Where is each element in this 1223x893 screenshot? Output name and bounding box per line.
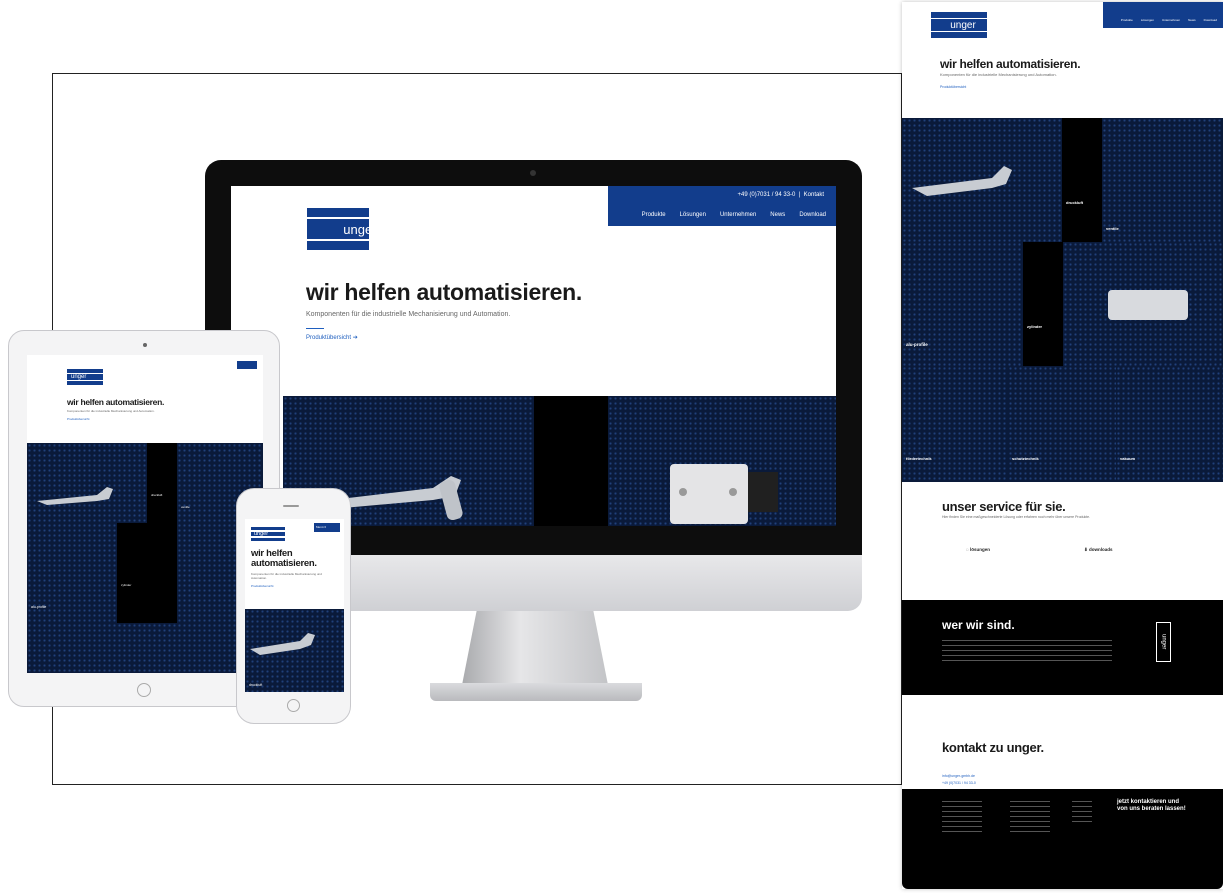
- page-title: wir helfen automatisieren.: [306, 279, 582, 305]
- tile-label: vakuum: [1120, 456, 1136, 461]
- lightbulb-icon: ◌: [966, 547, 969, 552]
- nav-item-unternehmen[interactable]: Unternehmen: [720, 212, 756, 218]
- footer-column: [942, 797, 982, 836]
- nav-item-download[interactable]: Download: [1204, 18, 1217, 22]
- page-subtitle: Komponenten für die industrielle Mechani…: [251, 572, 322, 580]
- tile-label: zylinder: [121, 583, 132, 587]
- footer: jetzt kontaktieren und von uns beraten l…: [902, 789, 1223, 889]
- desktop-header: +49 (0)7031 / 94 33-0 | Kontakt Produkte…: [608, 186, 836, 226]
- logo[interactable]: unger: [67, 369, 103, 385]
- page-title: wir helfen automatisieren.: [251, 548, 317, 569]
- about-text: [942, 636, 1112, 665]
- tile-label: zylinder: [1027, 324, 1043, 329]
- tile-label: schutztechnik: [1012, 456, 1039, 461]
- air-gun-image: [37, 487, 113, 505]
- footer-column: [1072, 797, 1092, 826]
- tile-druckluft[interactable]: druckluft: [245, 609, 344, 692]
- tile-vakuum[interactable]: vakuum: [1116, 366, 1223, 482]
- nav-item-news[interactable]: News: [1188, 18, 1196, 22]
- nav-item-loesungen[interactable]: Lösungen: [1141, 18, 1154, 22]
- valve-image: [670, 464, 778, 524]
- logo[interactable]: unger: [307, 208, 377, 250]
- tile-label: alu-profile: [906, 342, 928, 347]
- tile-alu-profile[interactable]: alu-profile: [902, 242, 1023, 366]
- fullpage-screenshot: Produkte Lösungen Unternehmen News Downl…: [902, 2, 1223, 889]
- phone-screen: unger Menü ≡ wir helfen automatisieren. …: [245, 519, 344, 692]
- cylinder-image: [1108, 290, 1188, 320]
- speaker-icon: [283, 505, 299, 507]
- tile-schutztechnik[interactable]: schutztechnik: [1008, 366, 1116, 482]
- nav-item-produkte[interactable]: Produkte: [1121, 18, 1133, 22]
- tile-label: druckluft: [249, 683, 263, 687]
- contact-email[interactable]: info@unger-gmbh.de: [942, 774, 975, 778]
- tile-druckluft[interactable]: [902, 118, 1062, 242]
- download-icon: ⬇: [1084, 547, 1088, 552]
- page-title: wir helfen automatisieren.: [67, 397, 165, 407]
- tile-foerdertechnik[interactable]: fördertechnik: [902, 366, 1008, 482]
- nav-item-unternehmen[interactable]: Unternehmen: [1162, 18, 1180, 22]
- nav-item-loesungen[interactable]: Lösungen: [680, 212, 706, 218]
- logo[interactable]: unger: [931, 12, 987, 38]
- monitor-foot: [430, 683, 642, 701]
- service-heading: unser service für sie.: [942, 499, 1066, 514]
- tile-label: druckluft: [1066, 200, 1084, 205]
- phone-number[interactable]: +49 (0)7031 / 94 33-0: [738, 192, 796, 198]
- footer-column: [1010, 797, 1050, 836]
- home-button[interactable]: [137, 683, 151, 697]
- contact-heading: kontakt zu unger.: [942, 740, 1044, 755]
- home-button[interactable]: [287, 699, 300, 712]
- camera-icon: [530, 170, 536, 176]
- logo[interactable]: unger: [251, 527, 285, 541]
- page-title: wir helfen automatisieren.: [940, 57, 1081, 71]
- service-downloads[interactable]: ⬇ downloads: [1084, 547, 1113, 553]
- contact-phone[interactable]: +49 (0)7031 / 94 33-0: [942, 781, 976, 785]
- arrow-right-icon: ➔: [352, 335, 358, 341]
- service-solutions[interactable]: ◌ lösungen: [966, 547, 990, 552]
- page-subtitle: Komponenten für die industrielle Mechani…: [940, 72, 1057, 77]
- monitor-stand: [462, 611, 608, 685]
- fullpage-header: Produkte Lösungen Unternehmen News Downl…: [1103, 2, 1223, 28]
- menu-button[interactable]: [237, 361, 257, 369]
- product-overview-link[interactable]: Produktübersicht: [67, 417, 90, 421]
- tile-druckluft[interactable]: [27, 443, 147, 523]
- camera-icon: [143, 343, 147, 347]
- about-heading: wer wir sind.: [942, 618, 1015, 632]
- divider: [306, 328, 324, 329]
- product-overview-link[interactable]: Produktübersicht: [940, 85, 966, 89]
- product-overview-link[interactable]: Produktübersicht: [251, 584, 274, 588]
- tile-label: alu-profile: [31, 605, 47, 609]
- tile-label: druckluft: [151, 493, 163, 497]
- service-subtitle: Hier finden Sie eine maßgeschneiderte Lö…: [942, 515, 1091, 519]
- tablet-screen: unger wir helfen automatisieren. Kompone…: [27, 355, 263, 673]
- tile-row: [27, 623, 263, 673]
- page-subtitle: Komponenten für die industrielle Mechani…: [306, 311, 511, 318]
- tile-ventile[interactable]: [608, 396, 836, 526]
- nav-item-download[interactable]: Download: [799, 212, 826, 218]
- tile-divider: [534, 396, 608, 526]
- tile-label: ventile: [181, 505, 190, 509]
- nav-item-news[interactable]: News: [770, 212, 785, 218]
- nav-item-produkte[interactable]: Produkte: [642, 212, 666, 218]
- air-gun-image: [250, 633, 315, 655]
- phone-device: unger Menü ≡ wir helfen automatisieren. …: [236, 488, 351, 724]
- tile-label: ventile: [1106, 226, 1119, 231]
- about-section: wer wir sind. unger: [902, 600, 1223, 695]
- main-nav: Produkte Lösungen Unternehmen News Downl…: [1121, 18, 1217, 22]
- main-nav: Produkte Lösungen Unternehmen News Downl…: [642, 212, 826, 218]
- contact-link[interactable]: Kontakt: [804, 192, 824, 198]
- tile-label: fördertechnik: [906, 456, 932, 461]
- page-subtitle: Komponenten für die industrielle Mechani…: [67, 409, 155, 413]
- menu-button[interactable]: Menü ≡: [314, 523, 340, 532]
- footer-cta: jetzt kontaktieren und von uns beraten l…: [1117, 799, 1186, 813]
- logo-vertical: unger: [1156, 622, 1171, 662]
- product-overview-link[interactable]: Produktübersicht ➔: [306, 334, 358, 341]
- tile-zylinder[interactable]: [1063, 242, 1223, 366]
- air-gun-image: [912, 166, 1012, 196]
- tile-ventile[interactable]: ventile: [1102, 118, 1223, 242]
- tile-alu-profile[interactable]: alu-profile: [27, 523, 117, 623]
- desktop-screen: +49 (0)7031 / 94 33-0 | Kontakt Produkte…: [231, 186, 836, 526]
